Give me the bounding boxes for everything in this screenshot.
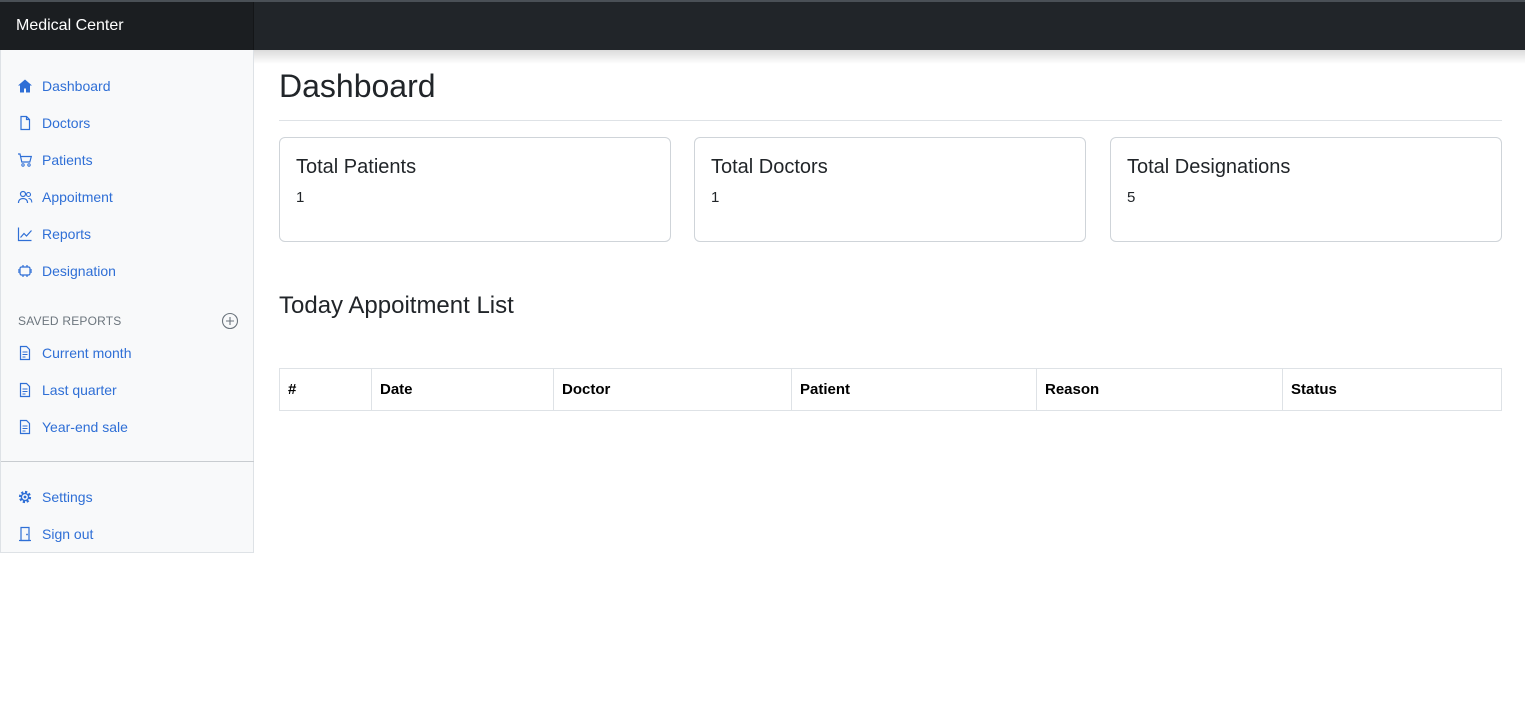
layers-icon xyxy=(17,263,33,279)
sidebar-item-label: Patients xyxy=(42,152,93,168)
sidebar-item-appoitment[interactable]: Appoitment xyxy=(17,185,113,209)
brand-logo[interactable]: Medical Center xyxy=(0,2,254,50)
sidebar-item-label: Dashboard xyxy=(42,78,111,94)
card-title: Total Patients xyxy=(296,156,417,178)
sidebar-item-label: Settings xyxy=(42,489,93,505)
sidebar-item-dashboard[interactable]: Dashboard xyxy=(17,74,111,98)
plus-circle-icon[interactable] xyxy=(221,312,239,330)
column-header-status: Status xyxy=(1282,368,1502,411)
card-title: Total Designations xyxy=(1127,156,1291,178)
total-doctors-card: Total Doctors 1 xyxy=(694,137,1086,242)
top-navbar: Medical Center xyxy=(0,0,1525,50)
sidebar-item-label: Appoitment xyxy=(42,189,113,205)
title-divider xyxy=(279,120,1502,121)
shopping-cart-icon xyxy=(17,152,33,168)
total-designations-card: Total Designations 5 xyxy=(1110,137,1502,242)
sidebar: Dashboard Doctors Patients Appoitment Re… xyxy=(0,50,254,553)
total-patients-card: Total Patients 1 xyxy=(279,137,671,242)
table-header-row: # Date Doctor Patient Reason Status xyxy=(279,368,1502,411)
sidebar-item-label: Doctors xyxy=(42,115,91,131)
card-value: 1 xyxy=(296,189,305,206)
sidebar-item-label: Reports xyxy=(42,226,92,242)
saved-report-label: Last quarter xyxy=(42,382,117,398)
file-icon xyxy=(17,115,33,131)
card-value: 1 xyxy=(711,189,720,206)
saved-report-year-end-sale[interactable]: Year-end sale xyxy=(17,415,128,439)
page-title: Dashboard xyxy=(279,68,436,104)
column-header-reason: Reason xyxy=(1036,368,1283,411)
sidebar-divider xyxy=(1,461,254,462)
sidebar-item-designation[interactable]: Designation xyxy=(17,259,116,283)
door-icon xyxy=(17,526,33,542)
file-text-icon xyxy=(17,382,33,398)
appointment-table: # Date Doctor Patient Reason Status xyxy=(279,368,1502,411)
card-title: Total Doctors xyxy=(711,156,828,178)
saved-report-current-month[interactable]: Current month xyxy=(17,341,131,365)
sidebar-item-patients[interactable]: Patients xyxy=(17,148,93,172)
column-header-number: # xyxy=(279,368,372,411)
file-text-icon xyxy=(17,419,33,435)
saved-report-label: Year-end sale xyxy=(42,419,128,435)
sidebar-item-label: Sign out xyxy=(42,526,94,542)
bar-chart-icon xyxy=(17,226,33,242)
navbar-shadow xyxy=(254,50,1525,64)
gear-icon xyxy=(17,489,33,505)
section-title: Today Appoitment List xyxy=(279,292,514,319)
file-text-icon xyxy=(17,345,33,361)
sidebar-item-reports[interactable]: Reports xyxy=(17,222,91,246)
saved-report-label: Current month xyxy=(42,345,132,361)
column-header-patient: Patient xyxy=(791,368,1037,411)
card-value: 5 xyxy=(1127,189,1136,206)
sidebar-item-settings[interactable]: Settings xyxy=(17,485,93,509)
home-icon xyxy=(17,78,33,94)
users-icon xyxy=(17,189,33,205)
column-header-date: Date xyxy=(371,368,554,411)
column-header-doctor: Doctor xyxy=(553,368,792,411)
sidebar-item-doctors[interactable]: Doctors xyxy=(17,111,90,135)
sidebar-item-label: Designation xyxy=(42,263,116,279)
sidebar-item-sign-out[interactable]: Sign out xyxy=(17,522,93,546)
saved-reports-heading: SAVED REPORTS xyxy=(18,314,122,328)
saved-report-last-quarter[interactable]: Last quarter xyxy=(17,378,117,402)
